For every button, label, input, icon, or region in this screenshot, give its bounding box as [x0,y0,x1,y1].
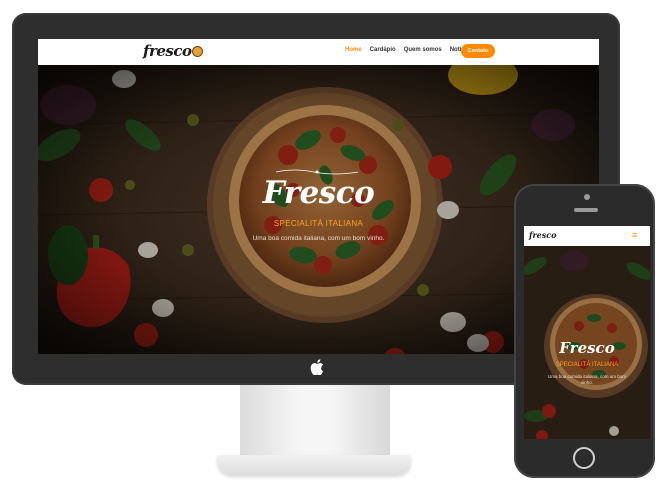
contact-button[interactable]: Contato [461,44,495,58]
nav-item-quem-somos[interactable]: Quem somos [404,47,442,53]
home-button-icon[interactable] [573,447,595,469]
nav-item-home[interactable]: Home [345,47,362,53]
mobile-hero-section: Fresco SPECIALITÁ ITALIANA Uma boa comid… [524,246,650,439]
mobile-logo[interactable]: fresco [529,230,556,240]
site-navbar: fresco Home Cardápio Quem somos Notícias… [38,39,599,65]
site-logo-text: fresco [143,42,192,60]
phone-camera-icon [584,194,590,200]
nav-item-cardapio[interactable]: Cardápio [370,47,396,53]
pizza-logo-icon [192,45,204,57]
hamburger-icon[interactable]: ≡ [632,231,637,240]
phone-speaker [574,208,598,212]
mobile-navbar: fresco ≡ [524,226,650,246]
mobile-hero-description: Uma boa comida italiana, com um bom vinh… [547,374,627,385]
monitor-stand-base [217,455,411,475]
mobile-hero-subtitle: SPECIALITÁ ITALIANA [555,362,619,368]
monitor-stand-neck [240,385,390,455]
nav-menu: Home Cardápio Quem somos Notícias [345,47,473,53]
apple-icon [310,359,324,375]
site-logo[interactable]: fresco [143,42,204,60]
mobile-hero-title: Fresco [559,339,615,357]
mobile-phone: fresco ≡ Fresco SPECIALITÁ ITALIANA Uma … [514,184,655,478]
mobile-screen: fresco ≡ Fresco SPECIALITÁ ITALIANA Uma … [524,226,650,439]
